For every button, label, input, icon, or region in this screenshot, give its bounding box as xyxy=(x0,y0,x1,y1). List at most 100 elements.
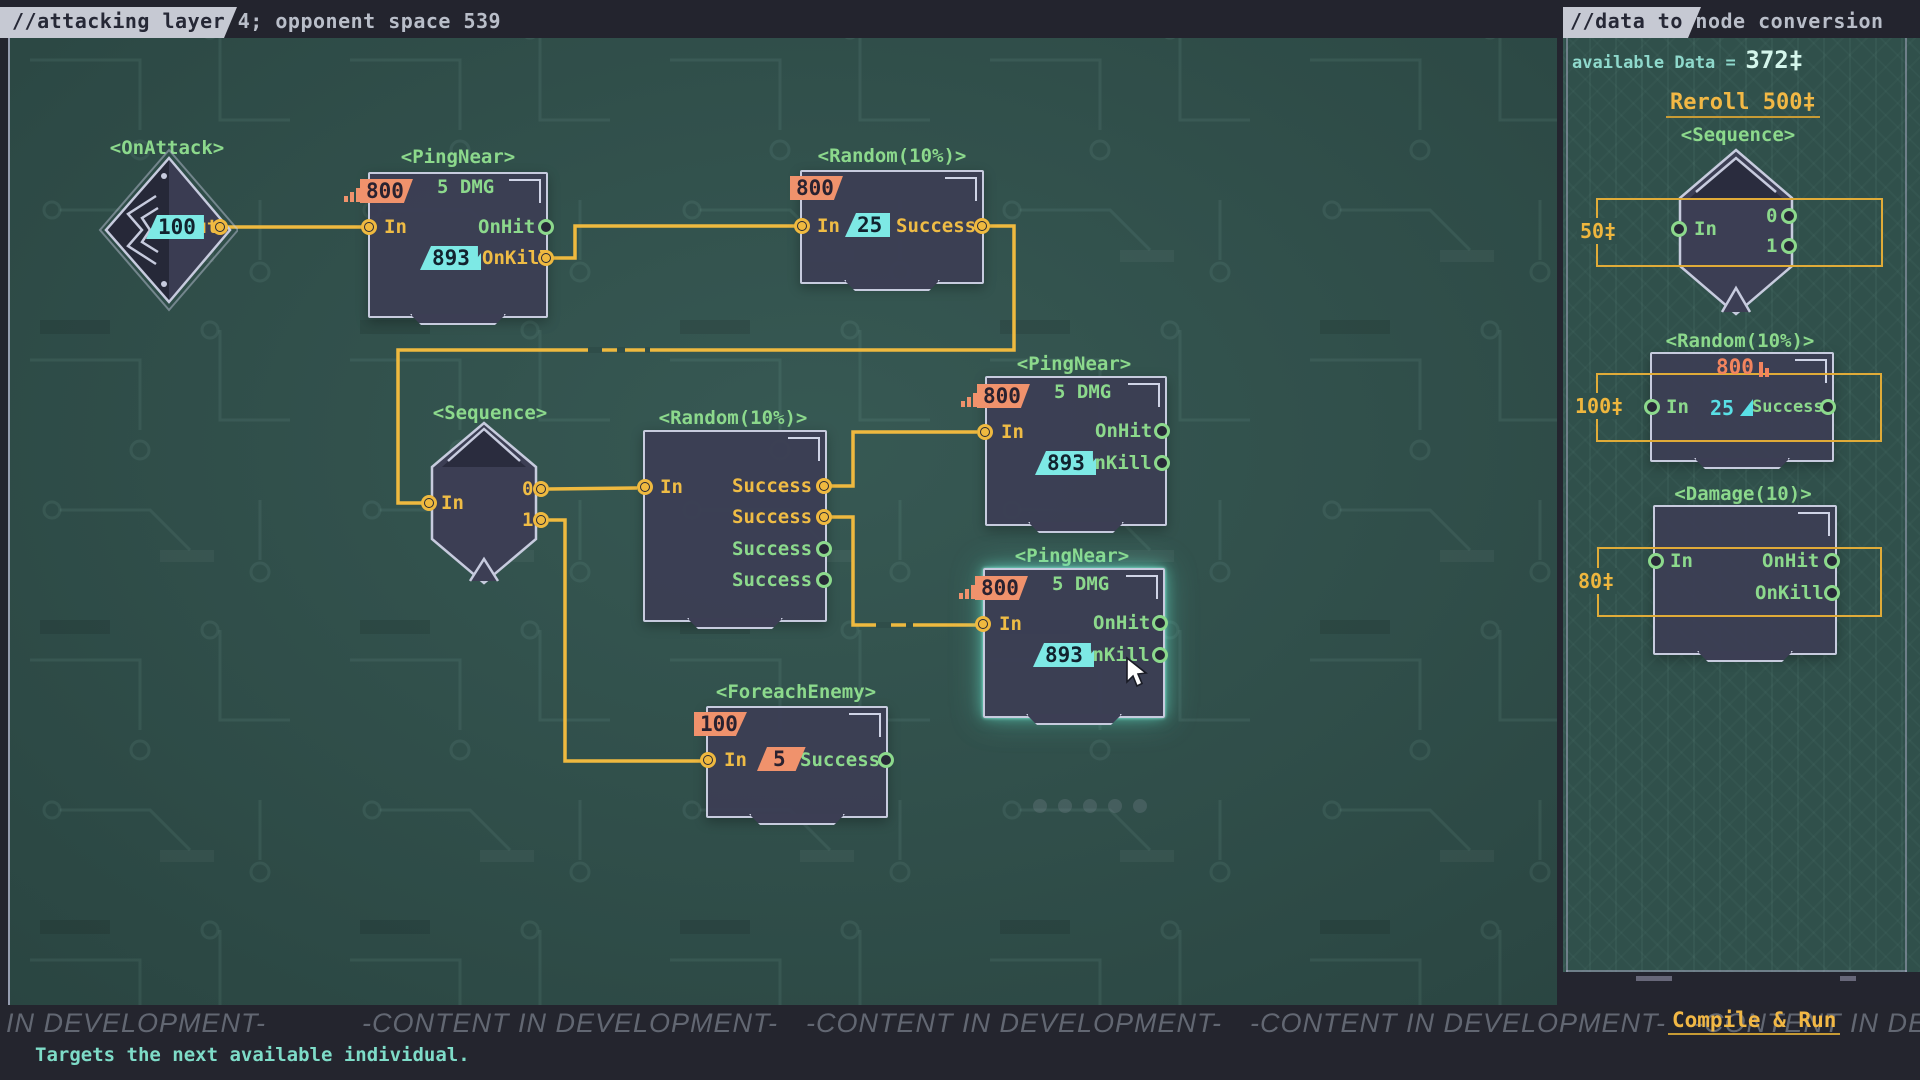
random1-success-port[interactable] xyxy=(974,218,990,234)
available-data-label: available Data = xyxy=(1572,53,1736,73)
cost-bars-icon xyxy=(961,393,977,407)
sequence-node[interactable] xyxy=(420,419,548,587)
random1-in-port[interactable] xyxy=(794,218,810,234)
node-notch xyxy=(1026,714,1122,725)
node-notch xyxy=(687,618,783,629)
node-title: <PingNear> xyxy=(1015,545,1129,567)
mouse-cursor xyxy=(1123,656,1153,690)
node-notch xyxy=(410,314,506,325)
reroll-button[interactable]: Reroll 500‡ xyxy=(1666,90,1820,118)
status-text: Targets the next available individual. xyxy=(35,1044,470,1066)
dmg-label: 5 DMG xyxy=(1052,573,1109,595)
shop-price-random: 100‡ xyxy=(1572,393,1626,419)
wire-random2s1-pingnear2 xyxy=(824,432,977,486)
in-port-label: In xyxy=(384,216,407,238)
node-title: <ForeachEnemy> xyxy=(716,681,876,703)
onhit-port-label: OnHit xyxy=(1095,420,1152,442)
cost-bars-icon xyxy=(959,585,975,599)
shop-value-label: 25 xyxy=(1710,396,1734,420)
success-port-label: Success xyxy=(800,749,880,771)
cost-bars-icon xyxy=(344,188,360,202)
sequence-out1-port[interactable] xyxy=(533,512,549,528)
watermark: -CONTENT IN DEVELOPMENT- xyxy=(1250,1008,1666,1039)
node-notch xyxy=(1028,522,1124,533)
pingnear1-onhit-port[interactable] xyxy=(538,219,554,235)
pingnear1-in-port[interactable] xyxy=(361,219,377,235)
in-port-label: In xyxy=(1001,421,1024,443)
pingnear3-onkill-port[interactable] xyxy=(1152,647,1168,663)
in-port-label: In xyxy=(660,476,683,498)
in-port-label: In xyxy=(724,749,747,771)
foreachenemy-success-port[interactable] xyxy=(878,752,894,768)
cost-badge: 800 xyxy=(977,384,1030,408)
dmg-label: 5 DMG xyxy=(1054,381,1111,403)
pingnear2-onhit-port[interactable] xyxy=(1154,423,1170,439)
cost-badge: 800 xyxy=(790,176,843,200)
success-port-label: Success xyxy=(732,569,812,591)
shop-sequence-out1-port[interactable] xyxy=(1781,238,1797,254)
node-notch xyxy=(844,280,940,291)
shop-random-success-port[interactable] xyxy=(1820,399,1836,415)
top-bar: //attacking layer 4; opponent space 539 … xyxy=(0,0,1920,38)
cost-bars-icon xyxy=(1759,362,1769,377)
pingnear2-onkill-port[interactable] xyxy=(1154,455,1170,471)
pingnear2-in-port[interactable] xyxy=(977,424,993,440)
random2-success3-port[interactable] xyxy=(816,541,832,557)
sequence-out0-port[interactable] xyxy=(533,481,549,497)
available-data-value: 372‡ xyxy=(1745,46,1803,74)
pingnear3-in-port[interactable] xyxy=(975,616,991,632)
random2-success1-port[interactable] xyxy=(816,478,832,494)
available-data: available Data = 372‡ xyxy=(1572,46,1803,74)
shop-price-damage: 80‡ xyxy=(1575,568,1617,594)
out1-port-label: 1 xyxy=(522,509,533,531)
success-port-label: Success xyxy=(732,506,812,528)
node-title: <Random(10%)> xyxy=(818,145,967,167)
watermark: -CONTENT IN DEVELOPMENT- xyxy=(806,1008,1222,1039)
shop-cost-label: 800 xyxy=(1716,355,1754,379)
wire-pingnear1-random1 xyxy=(548,226,798,258)
watermark: -CONTENT IN DEVELOPMENT- xyxy=(362,1008,778,1039)
watermark: -CONTENT IN DEVELOPMENT- xyxy=(0,1008,266,1039)
success-port-label: Success xyxy=(732,538,812,560)
node-notch xyxy=(1694,458,1790,469)
shop-damage-onkill-port[interactable] xyxy=(1824,585,1840,601)
foreachenemy-in-port[interactable] xyxy=(700,752,716,768)
shop-value-tail xyxy=(1740,399,1753,416)
sequence-in-port[interactable] xyxy=(421,495,437,511)
shop-node-title: <Damage(10)> xyxy=(1674,483,1811,505)
kill-value-tail xyxy=(468,253,481,270)
node-notch xyxy=(749,814,845,825)
success-port-label: Success xyxy=(896,215,976,237)
node-title: <PingNear> xyxy=(401,146,515,168)
cost-badge: 800 xyxy=(360,179,413,203)
shop-price-sequence: 50‡ xyxy=(1577,218,1619,244)
onhit-port-label: OnHit xyxy=(1093,612,1150,634)
random2-success2-port[interactable] xyxy=(816,509,832,525)
pingnear1-onkill-port[interactable] xyxy=(538,250,554,266)
compile-run-button[interactable]: Compile & Run xyxy=(1668,1008,1840,1035)
onattack-out-port[interactable] xyxy=(212,219,228,235)
shop-frame-random xyxy=(1596,373,1882,442)
shop-frame-sequence xyxy=(1596,198,1883,267)
kill-value-tail xyxy=(1081,650,1094,667)
node-notch xyxy=(1697,651,1793,662)
shop-random-in-port[interactable] xyxy=(1644,399,1660,415)
out0-port-label: 0 xyxy=(522,478,533,500)
cost-badge: 800 xyxy=(975,576,1028,600)
shop-sequence-out0-port[interactable] xyxy=(1781,208,1797,224)
shop-sequence-in-port[interactable] xyxy=(1671,221,1687,237)
wire-random2s2-pingnear3 xyxy=(824,517,977,625)
in-port-label: In xyxy=(817,215,840,237)
success-port-label: Success xyxy=(732,475,812,497)
wire-sequence0-random2 xyxy=(549,488,637,489)
shop-node-title: <Sequence> xyxy=(1681,124,1795,146)
in-port-label: In xyxy=(999,613,1022,635)
pingnear3-onhit-port[interactable] xyxy=(1152,615,1168,631)
shop-damage-onhit-port[interactable] xyxy=(1824,553,1840,569)
node-editor-screen: { "header": { "left_title": "//attacking… xyxy=(0,0,1920,1080)
shop-damage-in-port[interactable] xyxy=(1648,553,1664,569)
node-title: <Random(10%)> xyxy=(659,407,808,429)
dmg-label: 5 DMG xyxy=(437,176,494,198)
random2-in-port[interactable] xyxy=(637,479,653,495)
random2-success4-port[interactable] xyxy=(816,572,832,588)
